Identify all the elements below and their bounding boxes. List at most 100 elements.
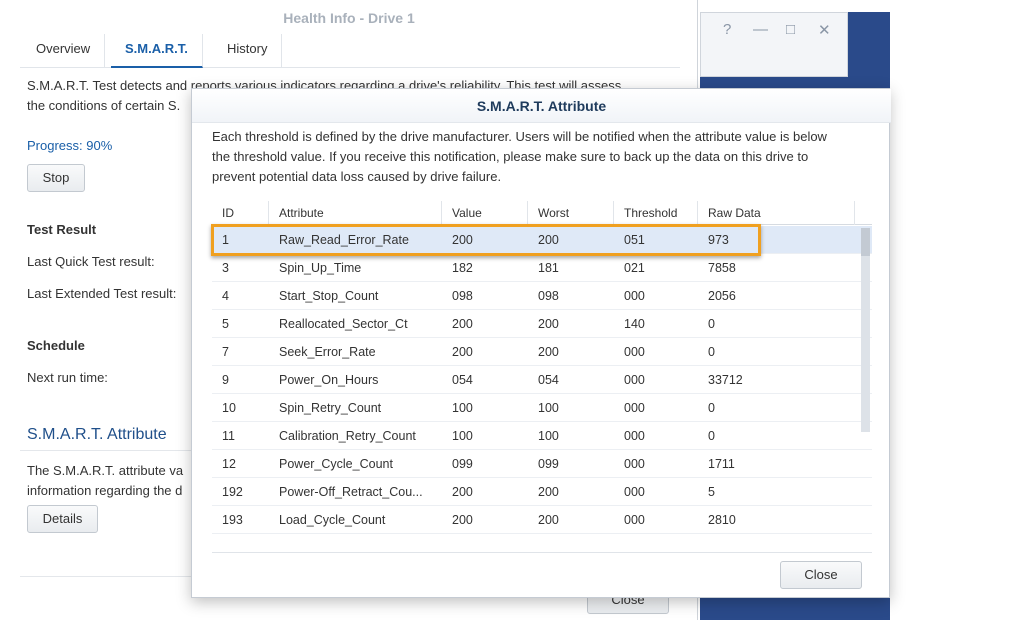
cell-threshold: 000 — [624, 373, 645, 387]
cell-id: 12 — [222, 457, 236, 471]
cell-value: 100 — [452, 401, 473, 415]
cell-raw-data: 7858 — [708, 261, 736, 275]
table-row[interactable]: 192 Power-Off_Retract_Cou... 200 200 000 5 — [212, 478, 872, 506]
cell-id: 4 — [222, 289, 229, 303]
cell-threshold: 140 — [624, 317, 645, 331]
stop-button[interactable]: Stop — [27, 164, 85, 192]
table-header: ID Attribute Value Worst Threshold Raw D… — [212, 201, 872, 225]
cell-worst: 200 — [538, 485, 559, 499]
cell-threshold: 000 — [624, 401, 645, 415]
test-result-heading: Test Result — [27, 222, 97, 237]
dialog-title: S.M.A.R.T. Attribute — [192, 89, 891, 123]
last-extended-test-label: Last Extended Test result: — [27, 286, 177, 301]
cell-worst: 099 — [538, 457, 559, 471]
table-row[interactable]: 7 Seek_Error_Rate 200 200 000 0 — [212, 338, 872, 366]
cell-attribute: Load_Cycle_Count — [279, 513, 386, 527]
cell-threshold: 021 — [624, 261, 645, 275]
cell-id: 11 — [222, 429, 235, 443]
cell-raw-data: 2810 — [708, 513, 736, 527]
dialog-footer-divider — [212, 552, 872, 553]
row-highlight-box — [211, 224, 761, 256]
cell-raw-data: 5 — [708, 485, 715, 499]
dialog-desc-line3: prevent potential data loss caused by dr… — [212, 169, 502, 184]
progress-text: Progress: 90% — [27, 138, 113, 153]
cell-attribute: Power_Cycle_Count — [279, 457, 393, 471]
cell-id: 3 — [222, 261, 229, 275]
maximize-icon[interactable]: □ — [786, 21, 795, 38]
table-row[interactable]: 5 Reallocated_Sector_Ct 200 200 140 0 — [212, 310, 872, 338]
col-id-header[interactable]: ID — [212, 201, 269, 225]
attr-desc-line1: The S.M.A.R.T. attribute va — [27, 463, 184, 478]
table-row[interactable]: 4 Start_Stop_Count 098 098 000 2056 — [212, 282, 872, 310]
cell-worst: 098 — [538, 289, 559, 303]
cell-raw-data: 0 — [708, 345, 715, 359]
cell-attribute: Spin_Up_Time — [279, 261, 362, 275]
table-row[interactable]: 9 Power_On_Hours 054 054 000 33712 — [212, 366, 872, 394]
cell-threshold: 000 — [624, 485, 645, 499]
cell-raw-data: 0 — [708, 401, 715, 415]
cell-threshold: 000 — [624, 289, 645, 303]
tab-bar: Overview S.M.A.R.T. History — [20, 34, 680, 68]
table-row[interactable]: 11 Calibration_Retry_Count 100 100 000 0 — [212, 422, 872, 450]
attr-desc-line2: information regarding the d — [27, 483, 183, 498]
help-icon[interactable]: ? — [723, 21, 731, 38]
cell-value: 099 — [452, 457, 473, 471]
next-run-time-label: Next run time: — [27, 370, 108, 385]
minimize-icon[interactable]: — — [753, 21, 768, 38]
cell-attribute: Seek_Error_Rate — [279, 345, 376, 359]
col-value-header[interactable]: Value — [442, 201, 528, 225]
cell-id: 10 — [222, 401, 236, 415]
cell-threshold: 000 — [624, 457, 645, 471]
table-row[interactable]: 193 Load_Cycle_Count 200 200 000 2810 — [212, 506, 872, 534]
dialog-description: Each threshold is defined by the drive m… — [212, 127, 872, 187]
tab-smart[interactable]: S.M.A.R.T. — [111, 34, 203, 68]
cell-worst: 200 — [538, 513, 559, 527]
smart-attribute-section-title: S.M.A.R.T. Attribute — [27, 426, 167, 443]
col-raw-data-header[interactable]: Raw Data — [698, 201, 855, 225]
dialog-close-button[interactable]: Close — [780, 561, 862, 589]
cell-id: 193 — [222, 513, 243, 527]
cell-attribute: Reallocated_Sector_Ct — [279, 317, 408, 331]
cell-id: 192 — [222, 485, 243, 499]
cell-value: 054 — [452, 373, 473, 387]
cell-worst: 100 — [538, 401, 559, 415]
intro-text-line2: the conditions of certain S. — [27, 98, 181, 113]
scrollbar-thumb[interactable] — [861, 228, 870, 256]
cell-value: 100 — [452, 429, 473, 443]
cell-worst: 181 — [538, 261, 559, 275]
window-title: Health Info - Drive 1 — [283, 10, 415, 26]
cell-attribute: Power_On_Hours — [279, 373, 379, 387]
table-scrollbar[interactable] — [861, 228, 870, 432]
schedule-heading: Schedule — [27, 338, 85, 353]
cell-id: 5 — [222, 317, 229, 331]
col-threshold-header[interactable]: Threshold — [614, 201, 698, 225]
table-row[interactable]: 12 Power_Cycle_Count 099 099 000 1711 — [212, 450, 872, 478]
details-button[interactable]: Details — [27, 505, 98, 533]
col-worst-header[interactable]: Worst — [528, 201, 614, 225]
smart-attribute-dialog: S.M.A.R.T. Attribute Each threshold is d… — [191, 88, 891, 598]
cell-value: 200 — [452, 317, 473, 331]
cell-worst: 100 — [538, 429, 559, 443]
last-quick-test-label: Last Quick Test result: — [27, 254, 155, 269]
cell-worst: 200 — [538, 317, 559, 331]
cell-value: 098 — [452, 289, 473, 303]
background-window: ? — □ ✕ — [700, 12, 848, 77]
background-window-top — [700, 0, 890, 12]
cell-raw-data: 33712 — [708, 373, 743, 387]
table-row[interactable]: 10 Spin_Retry_Count 100 100 000 0 — [212, 394, 872, 422]
tab-overview[interactable]: Overview — [22, 34, 106, 68]
cell-worst: 054 — [538, 373, 559, 387]
close-icon[interactable]: ✕ — [818, 21, 831, 39]
cell-id: 7 — [222, 345, 229, 359]
table-row[interactable]: 3 Spin_Up_Time 182 181 021 7858 — [212, 254, 872, 282]
cell-attribute: Start_Stop_Count — [279, 289, 379, 303]
cell-id: 9 — [222, 373, 229, 387]
cell-value: 200 — [452, 345, 473, 359]
cell-raw-data: 2056 — [708, 289, 736, 303]
dialog-desc-line1: Each threshold is defined by the drive m… — [212, 129, 827, 144]
cell-attribute: Calibration_Retry_Count — [279, 429, 416, 443]
tab-history[interactable]: History — [213, 34, 283, 68]
cell-attribute: Spin_Retry_Count — [279, 401, 382, 415]
cell-value: 200 — [452, 513, 473, 527]
col-attribute-header[interactable]: Attribute — [269, 201, 442, 225]
